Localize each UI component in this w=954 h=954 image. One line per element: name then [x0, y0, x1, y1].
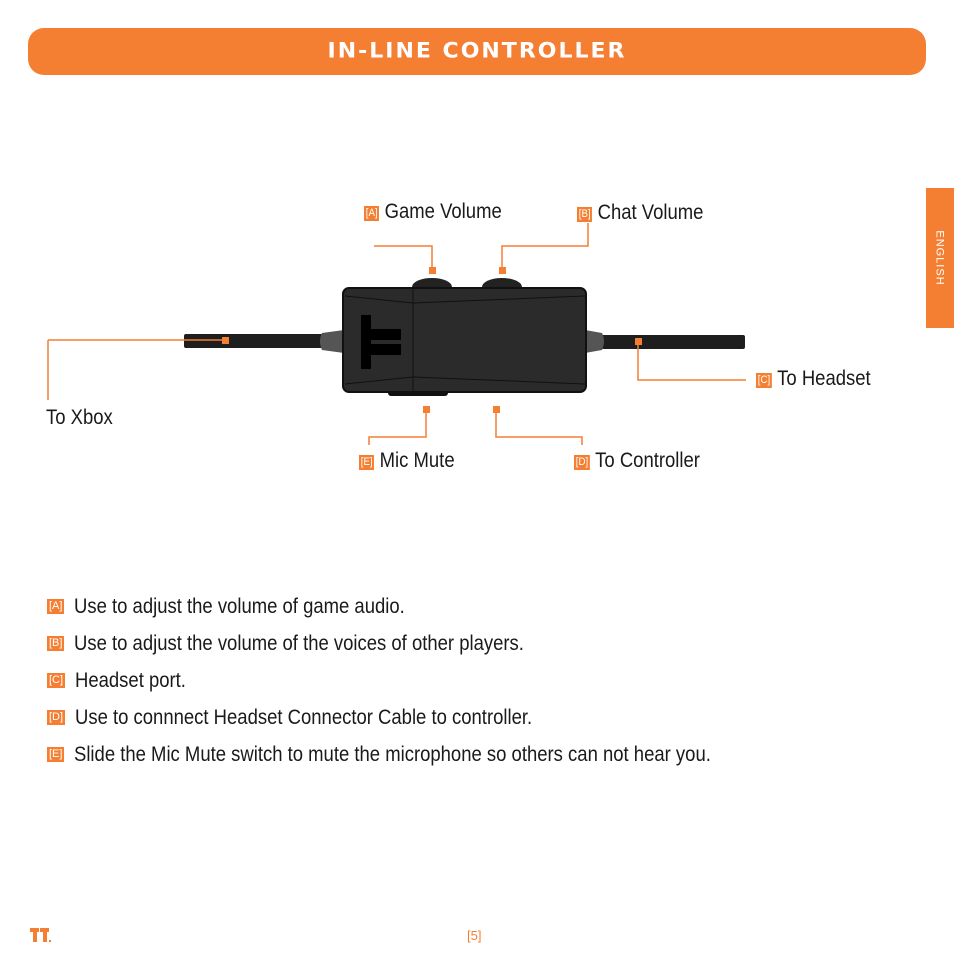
list-item: [C] Headset port.	[47, 662, 798, 699]
callout-to-controller: [D] To Controller	[574, 449, 700, 473]
item-badge: [D]	[47, 710, 66, 725]
item-text: Slide the Mic Mute switch to mute the mi…	[74, 742, 712, 766]
list-item: [A] Use to adjust the volume of game audi…	[47, 588, 798, 625]
callout-label: Game Volume	[384, 200, 502, 223]
item-text: Use to adjust the volume of game audio.	[74, 594, 406, 618]
callout-mic-mute: [E] Mic Mute	[359, 449, 455, 473]
item-badge: [C]	[47, 673, 66, 688]
callout-chat-volume: [B] Chat Volume	[577, 201, 703, 225]
callout-badge: [C]	[756, 373, 772, 388]
xbox-cable	[184, 334, 324, 348]
item-badge: [A]	[47, 599, 65, 614]
callout-label: Mic Mute	[379, 449, 455, 472]
item-badge: [E]	[47, 747, 65, 762]
callout-badge: [E]	[359, 455, 375, 470]
callout-to-xbox: To Xbox	[46, 406, 113, 429]
item-text: Use to connnect Headset Connector Cable …	[75, 705, 533, 729]
tritton-footer-logo-icon	[30, 928, 51, 942]
list-item: [D] Use to connnect Headset Connector Cab…	[47, 699, 798, 736]
callout-badge: [D]	[574, 455, 590, 470]
callout-label: To Headset	[777, 367, 871, 390]
list-item: [B] Use to adjust the volume of the voice…	[47, 625, 798, 662]
callout-game-volume: [A] Game Volume	[364, 200, 502, 224]
callout-badge: [B]	[577, 207, 593, 222]
callout-label: To Controller	[595, 449, 700, 472]
callout-to-headset: [C] To Headset	[756, 367, 871, 391]
description-list: [A] Use to adjust the volume of game audi…	[47, 588, 798, 773]
controller-diagram	[47, 223, 746, 445]
callout-badge: [A]	[364, 206, 380, 221]
headset-cable-strain-relief	[585, 330, 604, 353]
item-badge: [B]	[47, 636, 65, 651]
page-number: [5]	[467, 928, 482, 943]
item-text: Headset port.	[75, 668, 187, 692]
callout-label: Chat Volume	[597, 201, 704, 224]
list-item: [E] Slide the Mic Mute switch to mute the…	[47, 736, 798, 773]
item-text: Use to adjust the volume of the voices o…	[74, 631, 525, 655]
headset-cable	[600, 335, 745, 349]
xbox-cable-strain-relief	[320, 330, 344, 353]
